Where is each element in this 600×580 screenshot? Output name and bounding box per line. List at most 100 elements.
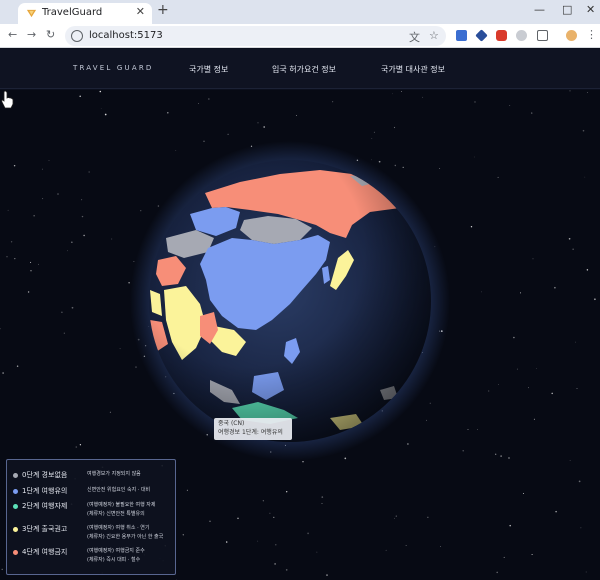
star — [402, 166, 404, 169]
star — [394, 164, 397, 167]
address-bar[interactable]: localhost:5173 文 ☆ — [65, 26, 446, 46]
extensions-puzzle-icon[interactable] — [537, 30, 548, 41]
translate-icon[interactable]: 文 — [409, 29, 420, 45]
star — [257, 122, 259, 124]
star — [378, 160, 381, 163]
star — [269, 512, 271, 514]
legend-description: 신변안전 위험요인 숙지 · 대비 — [87, 487, 151, 493]
star — [474, 101, 476, 103]
browser-menu-icon[interactable]: ⋮ — [586, 28, 597, 41]
star — [285, 569, 288, 571]
star — [16, 365, 19, 367]
star — [594, 298, 596, 301]
star — [401, 90, 402, 92]
site-info-icon[interactable] — [71, 30, 83, 42]
legend-label: 2단계 여행자제 — [22, 502, 68, 510]
star — [344, 457, 347, 460]
star — [140, 210, 142, 212]
star — [182, 534, 184, 536]
star — [522, 492, 525, 495]
extension-1-icon[interactable] — [456, 30, 467, 41]
extension-4-icon[interactable] — [516, 30, 527, 41]
star — [473, 156, 475, 158]
star — [422, 96, 424, 98]
star — [580, 527, 582, 529]
star — [27, 291, 30, 293]
minimize-button[interactable]: — — [534, 3, 545, 16]
extension-3-icon[interactable] — [496, 30, 507, 41]
globe-shading — [149, 160, 431, 442]
legend-description: 여행경보가 지정되지 않음 — [87, 471, 141, 477]
star — [427, 516, 429, 518]
nav-entry-requirements[interactable]: 입국 허가요건 정보 — [272, 64, 336, 75]
star — [508, 457, 510, 459]
hand-pointer-cursor-icon — [1, 90, 14, 109]
star — [208, 98, 210, 100]
nav-country-info[interactable]: 국가별 정보 — [189, 64, 228, 75]
tooltip-advisory-level: 여행경보 1단계: 여행유의 — [218, 429, 283, 436]
star — [576, 388, 578, 389]
star — [498, 384, 499, 385]
star — [495, 453, 497, 455]
star — [568, 237, 571, 240]
star — [100, 107, 102, 109]
star — [316, 551, 318, 553]
legend-color-dot — [13, 550, 18, 555]
star — [83, 234, 85, 237]
forward-button[interactable]: → — [27, 28, 36, 41]
legend-color-dot — [13, 504, 18, 509]
legend-label: 4단계 여행금지 — [22, 548, 68, 556]
star — [585, 571, 587, 573]
url-text[interactable]: localhost:5173 — [89, 30, 163, 41]
star — [10, 241, 13, 243]
legend-color-dot — [13, 489, 18, 494]
bookmark-star-icon[interactable]: ☆ — [429, 29, 439, 42]
star — [528, 387, 529, 389]
star — [33, 215, 35, 217]
tab-close-icon[interactable]: ✕ — [136, 5, 145, 18]
profile-avatar[interactable] — [566, 30, 577, 41]
legend-description: (여행예정자) 여행 취소 · 연기 — [87, 525, 150, 531]
star — [198, 103, 199, 104]
star — [462, 450, 464, 452]
star — [395, 515, 397, 517]
star — [582, 129, 585, 132]
browser-toolbar: ← → ↻ localhost:5173 文 ☆ ⋮ — [0, 24, 600, 48]
star — [71, 306, 74, 309]
star — [2, 372, 4, 374]
star — [393, 126, 396, 129]
star — [533, 418, 535, 420]
star — [104, 113, 107, 116]
legend-color-dot — [13, 473, 18, 478]
star — [371, 138, 373, 140]
star — [497, 176, 499, 178]
star — [500, 455, 502, 457]
browser-tab[interactable]: TravelGuard ✕ — [18, 3, 152, 24]
close-window-button[interactable]: ✕ — [586, 3, 595, 16]
legend-label: 3단계 출국권고 — [22, 525, 68, 533]
nav-embassy-info[interactable]: 국가별 대사관 정보 — [381, 64, 445, 75]
maximize-button[interactable]: □ — [562, 3, 572, 16]
star — [586, 269, 589, 271]
star — [257, 540, 259, 542]
star — [481, 291, 482, 293]
reload-button[interactable]: ↻ — [46, 28, 55, 41]
travel-guard-logo[interactable]: TRAVEL GUARD — [73, 64, 154, 72]
star — [167, 112, 169, 114]
star — [262, 500, 264, 502]
star — [578, 480, 581, 483]
star — [302, 461, 304, 463]
star — [488, 390, 490, 392]
country-tooltip: 중국 (CN) 여행경보 1단계: 여행유의 — [214, 418, 292, 440]
new-tab-button[interactable]: + — [157, 2, 169, 18]
star — [551, 392, 553, 395]
star — [0, 328, 1, 330]
star — [128, 282, 130, 284]
legend-description: (여행예정자) 여행금지 준수 — [87, 548, 145, 554]
star — [572, 248, 574, 250]
extension-2-icon[interactable] — [475, 29, 488, 42]
travel-advisory-legend: 0단계 경보없음 여행경보가 지정되지 않음 1단계 여행유의 신변안전 위험요… — [6, 459, 176, 575]
back-button[interactable]: ← — [8, 28, 17, 41]
star — [392, 93, 394, 95]
star — [41, 168, 43, 170]
